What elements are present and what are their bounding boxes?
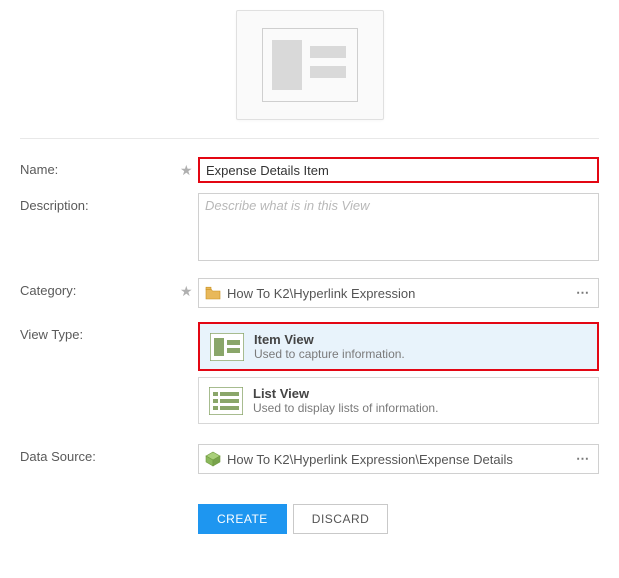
create-button[interactable]: CREATE — [198, 504, 287, 534]
item-view-glyph — [262, 28, 358, 102]
header-icon-area — [20, 0, 599, 138]
category-picker[interactable]: How To K2\Hyperlink Expression ⋯ — [198, 278, 599, 308]
folder-icon — [205, 286, 221, 300]
description-input[interactable] — [198, 193, 599, 261]
view-type-options: Item View Used to capture information. — [198, 322, 599, 424]
view-config-panel: Name: ★ Description: Category: ★ How To — [0, 0, 619, 578]
row-buttons: CREATE DISCARD — [20, 488, 599, 534]
row-view-type: View Type: Item View Used to c — [20, 322, 599, 430]
item-view-hero-icon — [236, 10, 384, 120]
item-view-icon — [210, 333, 244, 361]
required-marker: ★ — [180, 157, 198, 179]
category-value: How To K2\Hyperlink Expression — [227, 286, 572, 301]
name-input[interactable] — [198, 157, 599, 183]
view-type-list[interactable]: List View Used to display lists of infor… — [198, 377, 599, 424]
row-data-source: Data Source: How To K2\Hyperlink Express… — [20, 444, 599, 474]
list-view-title: List View — [253, 386, 438, 401]
discard-button[interactable]: DISCARD — [293, 504, 389, 534]
cube-icon — [205, 451, 221, 467]
item-view-subtitle: Used to capture information. — [254, 347, 405, 361]
data-source-picker[interactable]: How To K2\Hyperlink Expression\Expense D… — [198, 444, 599, 474]
view-type-item[interactable]: Item View Used to capture information. — [198, 322, 599, 371]
row-category: Category: ★ How To K2\Hyperlink Expressi… — [20, 278, 599, 308]
data-source-value: How To K2\Hyperlink Expression\Expense D… — [227, 452, 572, 467]
label-view-type: View Type: — [20, 322, 180, 342]
label-description: Description: — [20, 193, 180, 213]
row-description: Description: — [20, 193, 599, 264]
item-view-title: Item View — [254, 332, 405, 347]
list-view-icon — [209, 387, 243, 415]
required-marker: ★ — [180, 278, 198, 300]
label-name: Name: — [20, 157, 180, 177]
row-name: Name: ★ — [20, 157, 599, 183]
category-browse-button[interactable]: ⋯ — [572, 282, 594, 304]
list-view-subtitle: Used to display lists of information. — [253, 401, 438, 415]
label-data-source: Data Source: — [20, 444, 180, 464]
data-source-browse-button[interactable]: ⋯ — [572, 448, 594, 470]
divider — [20, 138, 599, 139]
label-category: Category: — [20, 278, 180, 298]
